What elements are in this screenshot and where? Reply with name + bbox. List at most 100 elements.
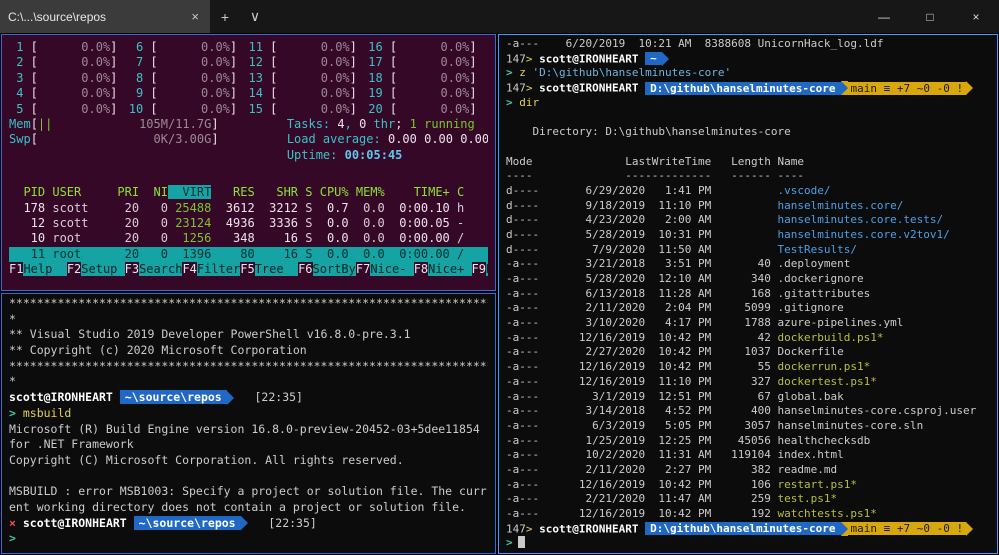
tab-dropdown-icon[interactable]: ∨ xyxy=(240,0,270,33)
htop-info-cell: Tasks: 4, 0 thr; 1 running xyxy=(287,117,488,132)
terminal-line: > xyxy=(9,531,488,547)
new-tab-button[interactable]: + xyxy=(210,0,240,33)
text-token: × xyxy=(9,516,16,530)
text-token xyxy=(841,81,848,95)
text-token: 14 xyxy=(249,86,263,100)
text-token xyxy=(113,390,120,404)
text-token: 0.0% xyxy=(397,71,469,85)
terminal-line: -a--- 2/11/2020 2:04 PM 5099 .gitignore xyxy=(506,301,990,316)
text-token: ] xyxy=(350,71,357,85)
maximize-button[interactable]: □ xyxy=(907,0,953,33)
terminal-line: * xyxy=(9,312,488,328)
fkey-label[interactable]: Help xyxy=(23,262,66,276)
text-token: 20 xyxy=(368,102,382,116)
fkey-number[interactable]: F1 xyxy=(9,262,23,276)
text-token xyxy=(966,522,973,536)
text-token: Mem xyxy=(9,117,31,131)
pane-htop[interactable]: 1 [ 0.0%] 6 [ 0.0%]11 [ 0.0%]16 [ 0.0%] … xyxy=(1,34,496,291)
text-token: 0.0% xyxy=(397,40,469,54)
terminal-line: ---- ------------- ------ ---- xyxy=(506,169,990,184)
text-token: hanselminutes.core.tests/ xyxy=(778,213,944,226)
cpu-meter: 5 [ 0.0%] xyxy=(9,102,129,117)
text-token: D:\github\hanselminutes-core xyxy=(645,82,840,95)
text-token: 1256 xyxy=(168,231,211,245)
text-token: ] xyxy=(469,71,476,85)
minimize-button[interactable]: — xyxy=(861,0,907,33)
fkey-label[interactable]: Nice+ xyxy=(428,262,471,276)
fkey-label[interactable]: Kill xyxy=(486,262,488,276)
text-token: 18 xyxy=(368,71,382,85)
text-token: [ xyxy=(143,102,157,116)
fkey-number[interactable]: F4 xyxy=(182,262,196,276)
terminal-line: ****************************************… xyxy=(9,296,488,312)
text-token: main ≡ +7 ~0 -0 ! xyxy=(848,82,967,95)
text-token: 1396 xyxy=(168,247,211,261)
fkey-number[interactable]: F5 xyxy=(240,262,254,276)
text-token: 1 running xyxy=(410,117,475,131)
text-token: ] xyxy=(230,102,237,116)
fkey-number[interactable]: F9 xyxy=(472,262,486,276)
cpu-meter: 17 [ 0.0%] xyxy=(368,55,488,70)
fkey-label[interactable]: Nice- xyxy=(370,262,413,276)
terminal-line: d---- 7/9/2020 11:50 AM TestResults/ xyxy=(506,243,990,258)
fkey-label[interactable]: Search xyxy=(139,262,182,276)
text-token xyxy=(966,81,973,95)
text-token: [ xyxy=(143,71,157,85)
text-token: [22:35] xyxy=(248,516,317,530)
text-token: watchtests.ps1* xyxy=(778,507,877,520)
text-token: root xyxy=(45,247,117,261)
text-token: -a--- 12/16/2019 10:42 PM 106 xyxy=(506,478,778,491)
tab-active[interactable]: C:\...\source\repos × xyxy=(0,0,210,33)
text-token xyxy=(227,391,234,405)
text-token: ] xyxy=(469,86,476,100)
fkey-number[interactable]: F6 xyxy=(298,262,312,276)
cpu-meter: 12 [ 0.0%] xyxy=(249,55,369,70)
htop-function-bar[interactable]: F1Help F2Setup F3SearchF4FilterF5Tree F6… xyxy=(9,262,488,277)
fkey-number[interactable]: F3 xyxy=(125,262,139,276)
text-token: .vscode/ xyxy=(778,184,831,197)
text-token: restart.ps1* xyxy=(778,478,857,491)
fkey-label[interactable]: SortBy xyxy=(313,262,356,276)
text-token: 12 xyxy=(249,55,263,69)
text-token: scott@IRONHEART xyxy=(16,516,127,530)
text-token: 17 xyxy=(368,55,382,69)
text-token: > xyxy=(526,82,533,95)
text-token: [ xyxy=(23,86,37,100)
text-token: d---- 5/28/2019 10:31 PM xyxy=(506,228,778,241)
cpu-meter: 4 [ 0.0%] xyxy=(9,86,129,101)
text-token: main ≡ +7 ~0 -0 ! xyxy=(848,522,967,535)
cpu-meter: 3 [ 0.0%] xyxy=(9,71,129,86)
fkey-label[interactable]: Tree xyxy=(255,262,298,276)
text-token: 10 xyxy=(129,102,143,116)
text-token: ~ xyxy=(645,52,662,65)
text-token: 0.0% xyxy=(277,102,349,116)
text-token: [ xyxy=(383,55,397,69)
close-button[interactable]: × xyxy=(953,0,999,33)
text-token: ; xyxy=(395,117,409,131)
text-token: 6 xyxy=(129,40,143,54)
pane-powershell-left[interactable]: ****************************************… xyxy=(1,293,496,554)
left-column: 1 [ 0.0%] 6 [ 0.0%]11 [ 0.0%]16 [ 0.0%] … xyxy=(0,33,497,555)
text-token: > xyxy=(506,96,513,109)
text-token: / xyxy=(450,231,464,245)
text-token: 0.7 xyxy=(313,201,349,215)
text-token: dir xyxy=(513,96,540,109)
fkey-label[interactable]: Filter xyxy=(197,262,240,276)
text-token: d---- 6/29/2020 1:41 PM xyxy=(506,184,778,197)
text-token: 00:05:45 xyxy=(345,148,403,162)
fkey-number[interactable]: F7 xyxy=(356,262,370,276)
fkey-number[interactable]: F8 xyxy=(414,262,428,276)
fkey-number[interactable]: F2 xyxy=(67,262,81,276)
text-token: hanselminutes-core.csproj.user xyxy=(778,404,977,417)
terminal-line: -a--- 12/16/2019 10:42 PM 55 dockerrun.p… xyxy=(506,360,990,375)
text-token: 4 xyxy=(9,86,23,100)
text-token: dockertest.ps1* xyxy=(778,375,877,388)
terminal-line: -a--- 6/20/2019 10:21 AM 8388608 Unicorn… xyxy=(506,37,990,52)
pane-powershell-right[interactable]: -a--- 6/20/2019 10:21 AM 8388608 Unicorn… xyxy=(498,34,998,554)
text-token: .gitignore xyxy=(778,301,844,314)
tab-close-icon[interactable]: × xyxy=(188,9,202,24)
text-token: root xyxy=(45,231,117,245)
text-token: ] xyxy=(110,86,117,100)
terminal-line: for .NET Framework xyxy=(9,437,488,453)
fkey-label[interactable]: Setup xyxy=(81,262,124,276)
